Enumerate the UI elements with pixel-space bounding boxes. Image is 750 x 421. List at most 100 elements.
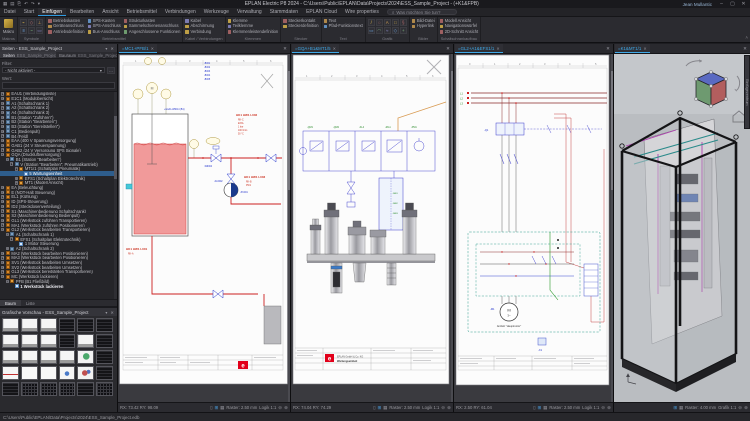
expander-icon[interactable]: + [1,120,4,123]
symbole-symbol-icon[interactable]: ⊥ [36,19,43,26]
ribbon-button-makro[interactable]: Makro [3,19,14,34]
value-input[interactable] [2,82,115,89]
grafik-symbol-icon[interactable]: ◇ [392,27,399,34]
close-tab-icon[interactable]: ✕ [643,46,646,51]
tree-item[interactable]: 1 Werkstück lackieren [0,284,114,289]
page-thumbnail[interactable] [77,382,94,396]
ribbon-button-verbindung[interactable]: Verbindung [185,30,222,34]
expander-icon[interactable]: + [1,186,4,189]
expander-icon[interactable]: + [1,97,4,100]
ribbon-tab-bearbeiten[interactable]: Bearbeiten [66,8,98,16]
page-thumbnail[interactable] [59,334,76,348]
ribbon-button-angeschlossene-funktionen[interactable]: Angeschlossene Funktionen [124,30,181,34]
ribbon-button-strukturkasten[interactable]: Strukturkasten [124,19,181,23]
page-thumbnail[interactable] [96,334,113,348]
vertical-scrollbar[interactable] [451,54,454,402]
ribbon-tab-stammdaten[interactable]: Stammdaten [266,8,302,16]
ribbon-button-steckerdefinition[interactable]: Steckerdefinition [283,24,318,28]
search-box[interactable]: ⌕ Was möchten Sie tun? [387,9,457,15]
expander-icon[interactable]: + [1,148,4,151]
expander-icon[interactable]: + [1,205,4,208]
panel-menu-icon[interactable]: ▾ [104,46,108,51]
expander-icon[interactable]: + [1,200,4,203]
page-icon[interactable]: ▯ [373,405,375,411]
ribbon-button-navigationswürfel[interactable]: Navigationswürfel [440,24,479,28]
ribbon-tab-betriebsmittel[interactable]: Betriebsmittel [123,8,161,16]
expander-icon[interactable]: − [10,237,13,240]
snap-icon[interactable]: ▦ [543,405,547,411]
page-icon[interactable]: ▯ [210,405,212,411]
zoom-in-icon[interactable]: ⊕ [284,405,288,411]
page-thumbnail[interactable] [59,366,76,380]
ribbon-button-antriebsdefinition[interactable]: Antriebsdefinition [48,30,85,34]
panel-menu-icon[interactable]: ▾ [104,310,108,315]
ribbon-button-bild-datei[interactable]: Bild-Datei [412,19,435,23]
expander-icon[interactable]: + [1,219,4,222]
page-thumbnail[interactable] [77,334,94,348]
page-thumbnail[interactable] [21,382,38,396]
page-thumbnail[interactable] [96,366,113,380]
expander-icon[interactable]: − [6,280,9,283]
page-thumbnail[interactable] [21,366,38,380]
ribbon-button-modell-ansicht[interactable]: Modell Ansicht [440,19,479,23]
ribbon-button-sps-kasten[interactable]: SPS-Kasten [88,19,121,23]
ribbon-collapse-icon[interactable]: ˄ [743,17,750,42]
panel-close-icon[interactable]: ✕ [109,46,115,51]
page-thumbnail[interactable] [40,318,57,332]
snap-icon[interactable]: ▦ [679,405,683,411]
expander-icon[interactable]: − [1,228,4,231]
ribbon-button-sammelschienenanschluss[interactable]: Sammelschienenanschluss [124,24,181,28]
filter-dropdown[interactable]: - Nicht aktiviert - ▾ [2,67,105,74]
zoom-out-icon[interactable]: ⊖ [738,405,742,411]
grid-toggle-icon[interactable]: ⊞ [377,405,381,411]
page-thumbnail[interactable] [77,318,94,332]
ribbon-tab-einfügen[interactable]: Einfügen [38,8,66,16]
navigator-tab-seiten[interactable]: SeitenESS_Sample_Project [0,52,56,58]
customize-qat-icon[interactable]: ▾ [37,1,41,7]
panel-close-icon[interactable]: ✕ [109,310,115,315]
ribbon-button-abschirmung[interactable]: Abschirmung [185,24,222,28]
close-tab-icon[interactable]: ✕ [151,46,154,51]
expander-icon[interactable]: − [1,275,4,278]
page-thumbnail[interactable] [77,350,94,364]
ribbon-tab-eplan-cloud[interactable]: EPLAN Cloud [302,8,341,16]
tree-scrollbar[interactable] [114,92,117,300]
close-tab-icon[interactable]: ✕ [496,46,499,51]
app-menu-icon[interactable]: ▦ [2,1,8,7]
page-thumbnail[interactable] [59,382,76,396]
expander-icon[interactable]: + [1,270,4,273]
zoom-in-icon[interactable]: ⊕ [744,405,748,411]
page-thumbnail[interactable] [2,350,19,364]
filter-browse-button[interactable]: … [107,67,115,74]
zoom-in-icon[interactable]: ⊕ [447,405,451,411]
page-thumbnail[interactable] [96,350,113,364]
open-project-icon[interactable]: ▤ [9,1,15,7]
grid-toggle-icon[interactable]: ⊞ [673,405,677,411]
expander-icon[interactable]: + [1,125,4,128]
expander-icon[interactable]: − [15,167,18,170]
grafik-symbol-icon[interactable]: + [400,27,407,34]
expander-icon[interactable]: + [6,247,9,250]
close-tab-icon[interactable]: ✕ [333,46,336,51]
ribbon-button-pfad-funktionstext[interactable]: Pfad-Funktionstext [324,24,363,28]
ribbon-tab-werkzeuge[interactable]: Werkzeuge [200,8,233,16]
close-window-icon[interactable]: ✕ [444,46,452,52]
ribbon-button-bus-anschluss[interactable]: Bus-Anschluss [88,30,121,34]
expander-icon[interactable]: + [15,181,18,184]
page-thumbnail[interactable] [2,318,19,332]
document-tab[interactable]: =MC1+PFB/1 ✕ [119,44,157,53]
grid-toggle-icon[interactable]: ⊞ [214,405,218,411]
document-tab[interactable]: =GQA+B1&MT1/5 ✕ [292,44,339,53]
expander-icon[interactable]: − [6,158,9,161]
expander-icon[interactable]: + [1,111,4,114]
expander-icon[interactable]: + [1,116,4,119]
expander-icon[interactable]: + [1,134,4,137]
schematic-canvas[interactable]: 012 345 L1 L2 L3 [454,54,613,402]
document-tab[interactable]: =GL2+A1&EFS1/1 ✕ [455,44,503,53]
page-thumbnail[interactable] [2,334,19,348]
ribbon-button-teilklemme[interactable]: Teilklemme [228,24,279,28]
grafik-symbol-icon[interactable]: A [384,19,391,26]
expander-icon[interactable]: + [1,256,4,259]
ribbon-button-2d-schnitt-ansicht[interactable]: 2D-Schnitt Ansicht [440,30,479,34]
symbole-symbol-icon[interactable]: ≡ [20,27,27,34]
